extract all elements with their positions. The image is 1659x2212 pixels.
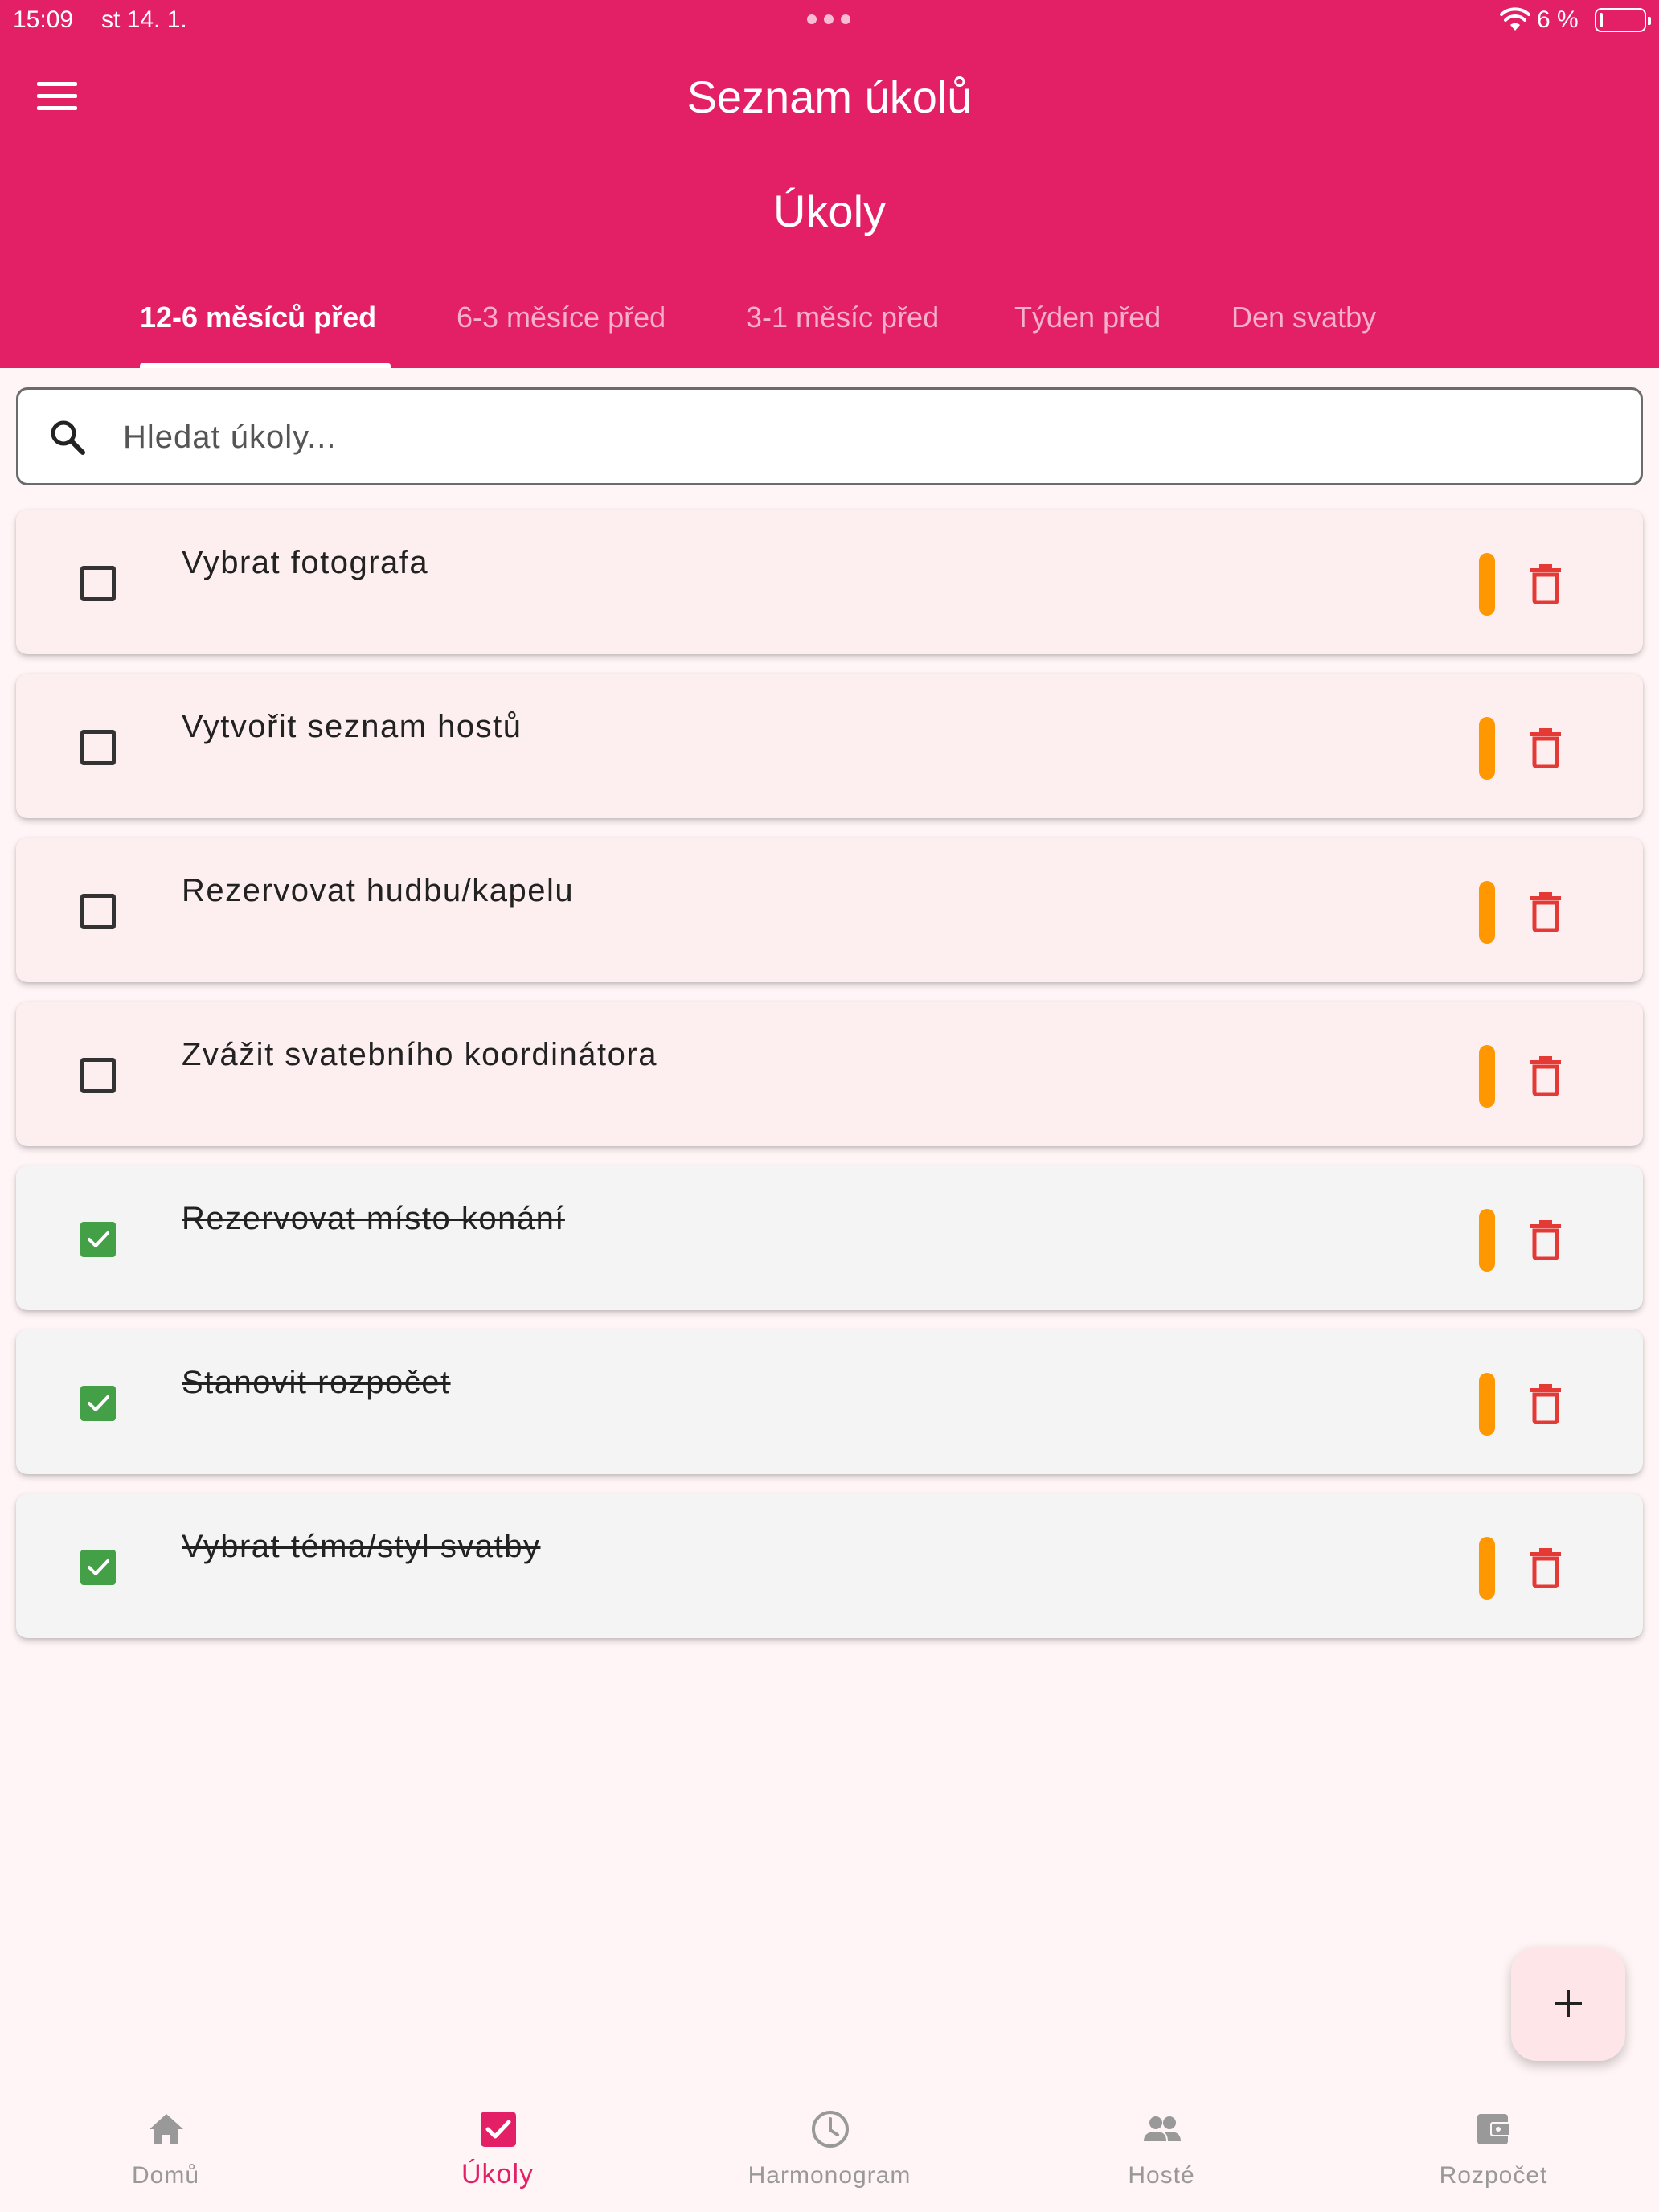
task-checkbox[interactable] bbox=[80, 1550, 116, 1585]
nav-label-tasks: Úkoly bbox=[461, 2159, 535, 2189]
nav-label-home: Domů bbox=[131, 2162, 200, 2189]
nav-label-budget: Rozpočet bbox=[1439, 2162, 1548, 2189]
delete-icon[interactable] bbox=[1529, 1055, 1563, 1096]
task-item[interactable]: Stanovit rozpočet bbox=[16, 1329, 1643, 1474]
search-icon bbox=[51, 420, 85, 455]
task-item[interactable]: Vybrat téma/styl svatby bbox=[16, 1493, 1643, 1638]
nav-item-schedule[interactable]: Harmonogram bbox=[664, 2090, 995, 2212]
status-time: 15:09 bbox=[13, 6, 74, 33]
check-icon bbox=[88, 1395, 109, 1411]
home-icon bbox=[150, 2114, 183, 2144]
priority-indicator bbox=[1479, 1373, 1495, 1436]
task-item[interactable]: Rezervovat hudbu/kapelu bbox=[16, 838, 1643, 982]
task-title: Rezervovat místo konání bbox=[182, 1201, 565, 1236]
task-title: Rezervovat hudbu/kapelu bbox=[182, 873, 575, 908]
task-checkbox[interactable] bbox=[80, 1222, 116, 1257]
task-title: Stanovit rozpočet bbox=[182, 1365, 451, 1400]
task-item[interactable]: Rezervovat místo konání bbox=[16, 1165, 1643, 1310]
priority-indicator bbox=[1479, 1045, 1495, 1108]
tab-wedding-day[interactable]: Den svatby bbox=[1231, 301, 1376, 334]
nav-label-guests: Hosté bbox=[1128, 2162, 1195, 2189]
checkbox-icon bbox=[481, 2112, 516, 2147]
delete-icon[interactable] bbox=[1529, 563, 1563, 604]
delete-icon[interactable] bbox=[1529, 727, 1563, 768]
page-heading: Úkoly bbox=[772, 186, 887, 236]
wallet-icon bbox=[1477, 2114, 1511, 2144]
wifi-icon bbox=[1500, 7, 1530, 31]
search-input[interactable] bbox=[123, 409, 1610, 465]
task-item[interactable]: Zvážit svatebního koordinátora bbox=[16, 1002, 1643, 1146]
delete-icon[interactable] bbox=[1529, 1546, 1563, 1588]
app-header: 15:09 st 14. 1. 6 % Seznam úkolů Úkoly 1… bbox=[0, 0, 1659, 368]
task-checkbox[interactable] bbox=[80, 1386, 116, 1421]
task-item[interactable]: Vytvořit seznam hostů bbox=[16, 674, 1643, 818]
priority-indicator bbox=[1479, 717, 1495, 780]
nav-item-home[interactable]: Domů bbox=[0, 2090, 331, 2212]
priority-indicator bbox=[1479, 1209, 1495, 1272]
battery-percentage: 6 % bbox=[1537, 6, 1579, 33]
period-tabs: 12-6 měsíců před 6-3 měsíce před 3-1 měs… bbox=[0, 289, 1659, 368]
task-checkbox[interactable] bbox=[80, 1058, 116, 1093]
task-title: Vytvořit seznam hostů bbox=[182, 709, 522, 744]
delete-icon[interactable] bbox=[1529, 891, 1563, 932]
task-checkbox[interactable] bbox=[80, 730, 116, 765]
task-title: Vybrat téma/styl svatby bbox=[182, 1529, 541, 1564]
clock-icon bbox=[812, 2111, 849, 2148]
people-icon bbox=[1144, 2116, 1181, 2141]
check-icon bbox=[88, 1559, 109, 1575]
check-icon bbox=[88, 1231, 109, 1247]
task-item[interactable]: Vybrat fotografa bbox=[16, 510, 1643, 654]
bottom-navigation: Domů Úkoly Harmonogram Hosté Rozpočet bbox=[0, 2090, 1659, 2212]
plus-icon bbox=[1555, 1990, 1582, 2017]
nav-item-budget[interactable]: Rozpočet bbox=[1328, 2090, 1659, 2212]
battery-icon bbox=[1595, 8, 1651, 32]
app-title: Seznam úkolů bbox=[686, 72, 973, 122]
status-date: st 14. 1. bbox=[101, 6, 187, 33]
nav-item-tasks[interactable]: Úkoly bbox=[332, 2090, 663, 2212]
priority-indicator bbox=[1479, 553, 1495, 616]
search-bar bbox=[16, 387, 1643, 485]
priority-indicator bbox=[1479, 881, 1495, 944]
nav-item-guests[interactable]: Hosté bbox=[996, 2090, 1327, 2212]
priority-indicator bbox=[1479, 1537, 1495, 1600]
delete-icon[interactable] bbox=[1529, 1382, 1563, 1424]
multitasking-dots-icon[interactable] bbox=[807, 14, 850, 24]
task-title: Zvážit svatebního koordinátora bbox=[182, 1037, 657, 1072]
tab-week-before[interactable]: Týden před bbox=[1014, 301, 1161, 334]
task-checkbox[interactable] bbox=[80, 566, 116, 601]
tab-12-6-months[interactable]: 12-6 měsíců před bbox=[140, 301, 376, 334]
active-tab-indicator bbox=[140, 363, 391, 368]
delete-icon[interactable] bbox=[1529, 1219, 1563, 1260]
task-checkbox[interactable] bbox=[80, 894, 116, 929]
nav-label-schedule: Harmonogram bbox=[748, 2162, 911, 2189]
add-task-button[interactable] bbox=[1511, 1947, 1625, 2061]
status-bar: 15:09 st 14. 1. 6 % bbox=[0, 0, 1659, 40]
task-title: Vybrat fotografa bbox=[182, 545, 429, 580]
tab-3-1-months[interactable]: 3-1 měsíc před bbox=[746, 301, 939, 334]
tab-6-3-months[interactable]: 6-3 měsíce před bbox=[457, 301, 666, 334]
